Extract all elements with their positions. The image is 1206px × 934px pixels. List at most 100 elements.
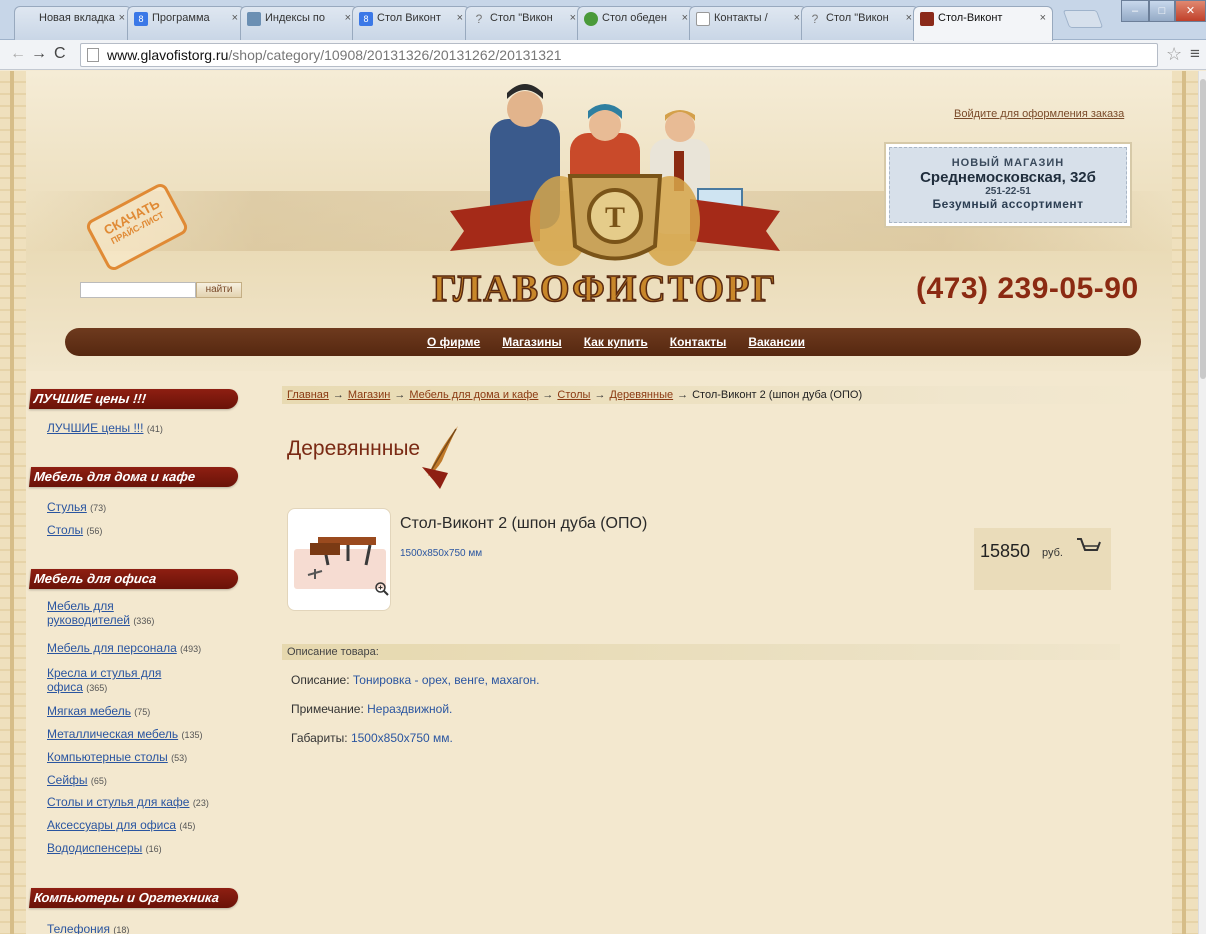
- search-input[interactable]: [80, 282, 196, 298]
- close-window-button[interactable]: ✕: [1175, 0, 1206, 22]
- sidebar-item-label[interactable]: офиса: [47, 680, 83, 694]
- browser-tab[interactable]: ? Стол "Викон ×: [801, 6, 919, 40]
- nav-contacts[interactable]: Контакты: [670, 335, 727, 349]
- breadcrumb-shop[interactable]: Магазин: [348, 389, 390, 401]
- breadcrumb-home-cafe-furniture[interactable]: Мебель для дома и кафе: [409, 389, 538, 401]
- phone-number: (473) 239-05-90: [916, 272, 1139, 305]
- web-page: СКАЧАТЬ ПРАЙС-ЛИСТ найти Т ГЛАВОФИСТОРГ …: [0, 71, 1206, 934]
- item-count: (135): [181, 730, 203, 740]
- breadcrumb-wooden[interactable]: Деревянные: [609, 389, 673, 401]
- description-value: Нераздвижной.: [367, 702, 453, 716]
- sidebar-item-label[interactable]: Столы и стулья для кафе: [47, 795, 189, 809]
- sidebar-item-label[interactable]: ЛУЧШИЕ цены !!!: [47, 421, 143, 435]
- tab-close-icon[interactable]: ×: [457, 12, 463, 24]
- shop-favicon: [920, 12, 934, 26]
- sidebar-item-label[interactable]: Аксессуары для офиса: [47, 818, 176, 832]
- sidebar-item[interactable]: Вододиспенсеры (16): [47, 841, 162, 856]
- sidebar-item[interactable]: Сейфы (65): [47, 773, 107, 788]
- tab-close-icon[interactable]: ×: [794, 12, 800, 24]
- tab-label: Стол обеден: [602, 12, 667, 24]
- browser-tab[interactable]: 8 Стол Виконт ×: [352, 6, 470, 40]
- login-link[interactable]: Войдите для оформления заказа: [954, 108, 1124, 120]
- add-to-cart-icon[interactable]: [1075, 536, 1103, 558]
- item-count: (365): [86, 683, 108, 693]
- nav-stores[interactable]: Магазины: [502, 335, 561, 349]
- scrollbar-thumb[interactable]: [1200, 79, 1206, 379]
- nav-vacancies[interactable]: Вакансии: [748, 335, 805, 349]
- browser-tab[interactable]: Новая вкладка ×: [14, 6, 132, 40]
- item-count: (23): [192, 798, 209, 808]
- sidebar-item-label[interactable]: Компьютерные столы: [47, 750, 168, 764]
- bookmark-star-icon[interactable]: ☆: [1166, 44, 1182, 65]
- tab-close-icon[interactable]: ×: [906, 12, 912, 24]
- tab-close-icon[interactable]: ×: [345, 12, 351, 24]
- breadcrumb-separator: →: [542, 389, 554, 401]
- sidebar-item[interactable]: Столы (56): [47, 523, 102, 538]
- logo-wordmark[interactable]: ГЛАВОФИСТОРГ: [424, 268, 786, 310]
- browser-tab[interactable]: 8 Программа ×: [127, 6, 245, 40]
- tab-close-icon[interactable]: ×: [682, 12, 688, 24]
- search-button[interactable]: найти: [196, 282, 242, 298]
- tab-close-icon[interactable]: ×: [232, 12, 238, 24]
- sidebar-item-label[interactable]: Кресла и стулья для: [47, 666, 161, 680]
- sidebar-item-label[interactable]: Мягкая мебель: [47, 704, 131, 718]
- sidebar-item-label[interactable]: Столы: [47, 523, 83, 537]
- breadcrumb-separator: →: [332, 389, 344, 401]
- browser-tab[interactable]: ? Стол "Викон ×: [465, 6, 583, 40]
- sidebar-item[interactable]: ЛУЧШИЕ цены !!! (41): [47, 421, 163, 436]
- sidebar-item[interactable]: Компьютерные столы (53): [47, 750, 187, 765]
- tab-close-icon[interactable]: ×: [119, 12, 125, 24]
- sidebar-item-label[interactable]: Сейфы: [47, 773, 88, 787]
- sidebar-item[interactable]: Мебель для персонала (493): [47, 641, 201, 656]
- item-count: (56): [86, 526, 103, 536]
- tab-label: Контакты /: [714, 12, 768, 24]
- breadcrumb-home[interactable]: Главная: [287, 389, 329, 401]
- product-dimensions: 1500x850x750 мм: [400, 548, 483, 559]
- breadcrumb-separator: →: [394, 389, 406, 401]
- sidebar-item-label[interactable]: Мебель для: [47, 599, 114, 613]
- tab-label: Стол Виконт: [377, 12, 441, 24]
- site-favicon: [247, 12, 261, 26]
- reload-icon[interactable]: C: [54, 45, 66, 63]
- product-title[interactable]: Стол-Виконт 2 (шпон дуба (ОПО): [400, 515, 647, 533]
- sidebar-item[interactable]: Кресла и стулья для офиса (365): [47, 666, 161, 695]
- sidebar-item-label[interactable]: руководителей: [47, 613, 130, 627]
- browser-tab[interactable]: Стол обеден ×: [577, 6, 695, 40]
- address-bar[interactable]: www.glavofistorg.ru /shop/category/10908…: [80, 43, 1158, 67]
- sidebar-item-label[interactable]: Вододиспенсеры: [47, 841, 142, 855]
- minimize-button[interactable]: –: [1121, 0, 1149, 22]
- tab-close-icon[interactable]: ×: [1040, 12, 1046, 24]
- nav-how-to-buy[interactable]: Как купить: [584, 335, 648, 349]
- sidebar-item-label[interactable]: Телефония: [47, 922, 110, 934]
- item-count: (75): [134, 707, 151, 717]
- item-count: (493): [180, 644, 202, 654]
- sidebar-item[interactable]: Металлическая мебель (135): [47, 727, 203, 742]
- nav-about[interactable]: О фирме: [427, 335, 480, 349]
- banner-line-4: Безумный ассортимент: [932, 197, 1084, 211]
- maximize-button[interactable]: □: [1149, 0, 1175, 22]
- sidebar-item-label[interactable]: Металлическая мебель: [47, 727, 178, 741]
- forward-arrow-icon[interactable]: →: [31, 45, 47, 63]
- question-icon: ?: [811, 12, 819, 26]
- breadcrumb-tables[interactable]: Столы: [557, 389, 590, 401]
- browser-tab-active[interactable]: Стол-Виконт ×: [913, 6, 1053, 41]
- sidebar-item[interactable]: Аксессуары для офиса (45): [47, 818, 195, 833]
- sidebar-item[interactable]: Стулья (73): [47, 500, 106, 515]
- zoom-icon[interactable]: [374, 581, 390, 597]
- sidebar-item[interactable]: Телефония (18): [47, 922, 129, 934]
- sidebar-item-label[interactable]: Стулья: [47, 500, 87, 514]
- tab-close-icon[interactable]: ×: [570, 12, 576, 24]
- banner-line-1: НОВЫЙ МАГАЗИН: [951, 157, 1065, 169]
- back-arrow-icon[interactable]: ←: [10, 45, 26, 63]
- sidebar-item[interactable]: Столы и стулья для кафе (23): [47, 795, 209, 810]
- page-scrollbar[interactable]: [1198, 71, 1206, 934]
- browser-tab[interactable]: Индексы по ×: [240, 6, 358, 40]
- sidebar-item[interactable]: Мебель для руководителей (336): [47, 599, 154, 628]
- sidebar-item[interactable]: Мягкая мебель (75): [47, 704, 150, 719]
- menu-icon[interactable]: ≡: [1190, 44, 1200, 64]
- google-icon: 8: [359, 12, 373, 26]
- sidebar-item-label[interactable]: Мебель для персонала: [47, 641, 177, 655]
- new-tab-button[interactable]: [1062, 10, 1104, 28]
- browser-tab[interactable]: Контакты / ×: [689, 6, 807, 40]
- new-store-banner[interactable]: НОВЫЙ МАГАЗИН Среднемосковская, 32б 251-…: [884, 142, 1132, 228]
